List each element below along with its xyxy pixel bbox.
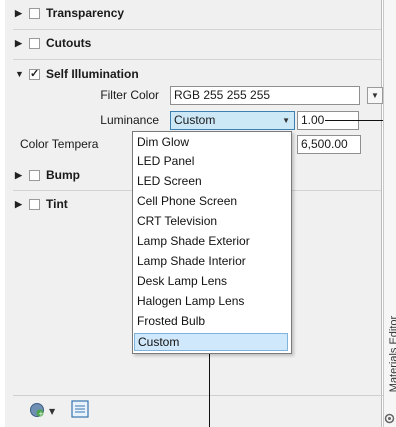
luminance-select[interactable]: Custom ▼	[170, 111, 295, 130]
dropdown-option[interactable]: LED Panel	[137, 152, 194, 170]
dropdown-option[interactable]: Frosted Bulb	[137, 312, 205, 330]
section-label: Cutouts	[46, 36, 92, 50]
svg-text:+: +	[38, 410, 44, 418]
palette-title-text: Materials Editor	[388, 315, 396, 393]
filter-color-label: Filter Color	[100, 88, 159, 102]
color-temperature-label: Color Tempera	[20, 137, 99, 151]
dropdown-option[interactable]: Desk Lamp Lens	[137, 272, 227, 290]
add-material-icon[interactable]: + ▼	[29, 402, 61, 418]
section-transparency[interactable]: ▶ Transparency	[15, 2, 124, 24]
cutouts-checkbox[interactable]	[29, 37, 40, 49]
filter-color-field[interactable]: RGB 255 255 255	[170, 86, 360, 105]
dropdown-option[interactable]: Cell Phone Screen	[137, 192, 237, 210]
dropdown-option[interactable]: CRT Television	[137, 212, 217, 230]
svg-text:▼: ▼	[49, 407, 56, 416]
section-self-illumination[interactable]: ▼ Self Illumination	[15, 63, 139, 85]
luminance-dropdown-list: Dim Glow LED Panel LED Screen Cell Phone…	[132, 131, 292, 354]
section-label: Bump	[46, 168, 80, 182]
bottom-toolbar: + ▼	[13, 395, 383, 424]
filter-color-menu-button[interactable]: ▼	[367, 87, 383, 104]
dropdown-option[interactable]: LED Screen	[137, 172, 202, 190]
luminance-selected: Custom	[174, 113, 216, 127]
transparency-checkbox[interactable]	[29, 7, 40, 19]
section-cutouts[interactable]: ▶ Cutouts	[15, 32, 91, 54]
section-label: Self Illumination	[46, 67, 139, 81]
section-bump[interactable]: ▶ Bump	[15, 164, 80, 186]
callout-line	[325, 120, 383, 121]
collapse-arrow-icon[interactable]: ▼	[15, 69, 25, 79]
expand-arrow-icon[interactable]: ▶	[15, 170, 25, 181]
self-illumination-checkbox[interactable]	[29, 67, 40, 80]
chevron-down-icon[interactable]: ▼	[282, 112, 290, 129]
section-label: Tint	[46, 197, 68, 211]
dropdown-option-selected[interactable]: Custom	[134, 333, 288, 351]
expand-arrow-icon[interactable]: ▶	[15, 199, 25, 210]
expand-arrow-icon[interactable]: ▶	[15, 38, 25, 49]
divider	[13, 29, 381, 30]
dropdown-option[interactable]: Lamp Shade Exterior	[137, 232, 250, 250]
dropdown-option[interactable]: Halogen Lamp Lens	[137, 292, 244, 310]
palette-settings-icon[interactable]	[384, 413, 395, 424]
dropdown-option[interactable]: Lamp Shade Interior	[137, 252, 246, 270]
luminance-label: Luminance	[100, 113, 159, 127]
expand-arrow-icon[interactable]: ▶	[15, 8, 25, 19]
tint-checkbox[interactable]	[29, 198, 40, 210]
section-label: Transparency	[46, 6, 125, 20]
panel-icon[interactable]	[71, 400, 89, 418]
section-tint[interactable]: ▶ Tint	[15, 193, 68, 215]
dropdown-option[interactable]: Dim Glow	[137, 133, 189, 151]
divider	[13, 59, 381, 60]
callout-line	[209, 353, 210, 427]
bump-checkbox[interactable]	[29, 169, 40, 181]
color-temperature-field[interactable]: 6,500.00	[297, 135, 361, 154]
palette-title: Materials Editor	[384, 300, 396, 410]
